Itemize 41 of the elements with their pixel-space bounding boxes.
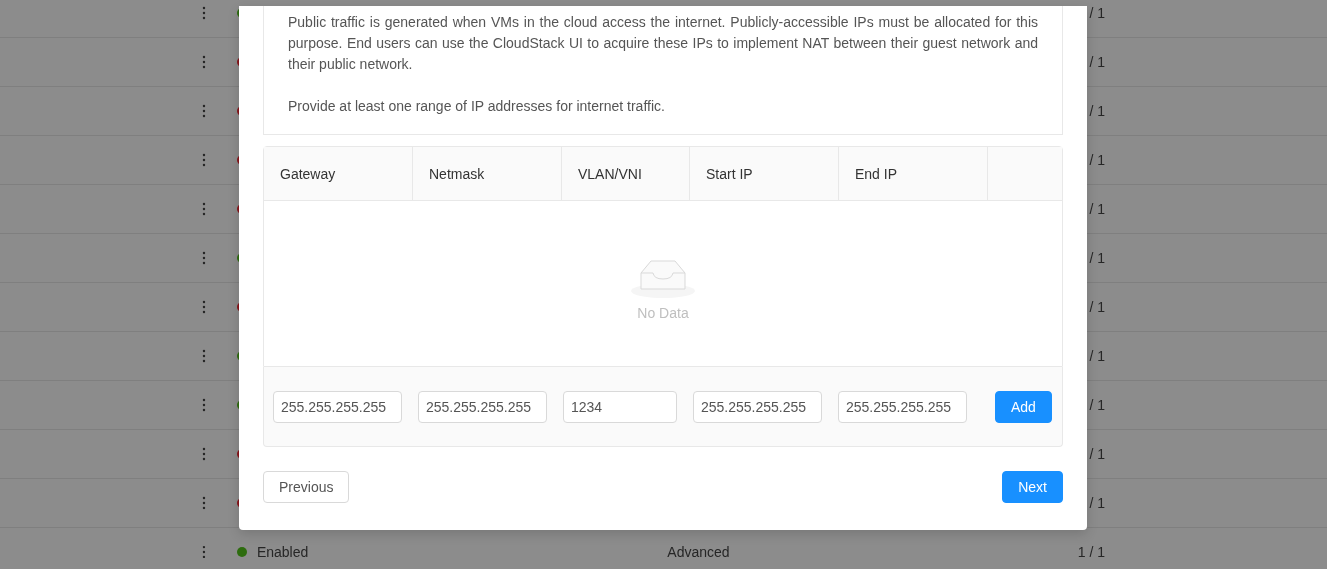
count-cell: / 1: [1089, 54, 1105, 70]
count-cell: / 1: [1089, 201, 1105, 217]
input-field[interactable]: 255.255.255.255: [838, 390, 967, 423]
input-field[interactable]: 255.255.255.255: [273, 390, 402, 423]
more-icon[interactable]: [202, 251, 206, 265]
more-icon[interactable]: [202, 398, 206, 412]
count-cell: / 1: [1089, 495, 1105, 511]
input-field[interactable]: 1234: [563, 390, 677, 423]
count-cell: / 1: [1089, 397, 1105, 413]
previous-button[interactable]: Previous: [263, 471, 350, 503]
more-icon[interactable]: [202, 496, 206, 510]
column-header: Gateway: [264, 147, 413, 200]
more-icon[interactable]: [202, 300, 206, 314]
count-cell: / 1: [1089, 5, 1105, 21]
column-header: Netmask: [413, 147, 562, 200]
description-text: Provide at least one range of IP addresses for internet traffic.: [288, 97, 666, 116]
more-icon[interactable]: [202, 202, 206, 216]
more-icon[interactable]: [202, 349, 206, 363]
type-cell-text: Advanced: [667, 544, 731, 560]
column-header: VLAN/VNI: [562, 147, 690, 200]
input-field[interactable]: 255.255.255.255: [693, 390, 822, 423]
more-icon[interactable]: [202, 447, 206, 461]
input-field[interactable]: 255.255.255.255: [418, 390, 547, 423]
empty-text: No Data: [637, 305, 689, 321]
count-cell: / 1: [1089, 250, 1105, 266]
description-text: Public traffic is generated when VMs in the cloud access the internet. Publicly-accessible IPs must be allocated for this purpose. End users can use the CloudStack UI to acquire these IPs to implement NAT between their guest network and their public network.: [288, 13, 1038, 74]
count-cell: / 1: [1089, 348, 1105, 364]
count-cell: / 1: [1089, 299, 1105, 315]
count-cell: / 1: [1089, 446, 1105, 462]
count-cell: / 1: [1089, 152, 1105, 168]
status-text: Enabled: [256, 544, 310, 560]
more-icon[interactable]: [202, 153, 206, 167]
more-icon[interactable]: [202, 104, 206, 118]
column-header: Start IP: [690, 147, 839, 200]
count-cell: / 1: [1089, 103, 1105, 119]
more-icon[interactable]: [202, 6, 206, 20]
empty-inbox-icon: [631, 258, 695, 299]
more-icon[interactable]: [202, 545, 206, 559]
count-cell: 1 / 1: [1077, 544, 1105, 560]
column-header: End IP: [839, 147, 988, 200]
more-icon[interactable]: [202, 55, 206, 69]
